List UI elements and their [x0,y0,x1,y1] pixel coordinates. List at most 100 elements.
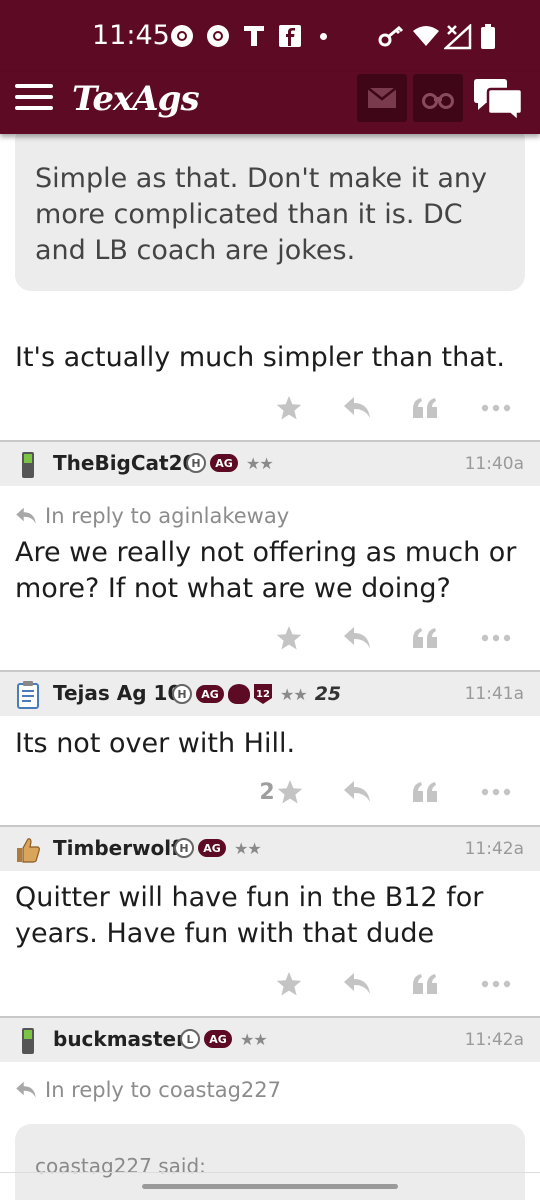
more-icon [481,788,511,796]
reply-to-link[interactable]: In reply to coastag227 [15,1078,281,1102]
user-badges: H AG ★★ [186,453,274,473]
reply-icon [16,507,36,524]
post-header: TheBigCat20 H AG ★★ 11:40a [0,442,540,486]
post-time: 11:41a [464,684,524,704]
menu-icon[interactable] [15,84,53,114]
like-button[interactable] [262,618,314,658]
quote-icon [413,782,437,802]
reply-button[interactable] [340,772,374,812]
badge-ag: AG [210,454,238,472]
user-badges: L AG ★★ [180,1029,268,1049]
post-header: Tejas Ag 10 H AG 12 ★★ 25 11:41a [0,672,540,716]
badge-stars: ★★ [246,453,274,473]
badge-25: 25 [314,683,342,705]
quote-block: Simple as that. Don't make it any more c… [15,134,525,291]
quote-icon [413,398,437,418]
post-time: 11:42a [464,1030,524,1050]
t-mobile-icon [242,24,266,48]
thumbs-up-icon [17,838,40,863]
reply-button[interactable] [340,388,374,428]
mail-button[interactable] [357,74,407,122]
key-icon [378,24,406,48]
post-actions [0,388,540,428]
status-time: 11:45 [92,20,170,51]
chrome-icon [206,24,230,48]
badge-l: L [180,1029,200,1049]
post-body: Quitter will have fun in the B12 for yea… [15,882,484,949]
reply-to-link[interactable]: In reply to aginlakeway [15,504,289,528]
quote-button[interactable] [408,388,442,428]
mail-icon [367,87,397,108]
more-icon [481,980,511,988]
badge-stars: ★★ [240,1029,268,1049]
binoculars-icon [422,93,454,109]
badge-ag: AG [204,1030,232,1048]
badge-12: 12 [254,684,272,704]
star-icon [277,779,302,803]
quote-button[interactable] [408,772,442,812]
username[interactable]: TheBigCat20 [53,451,196,475]
phone-icon [22,452,34,478]
reply-button[interactable] [340,618,374,658]
user-badges: H AG 12 ★★ 25 [172,683,341,705]
reply-icon [344,627,370,648]
badge-h: H [174,838,194,858]
texags-logo[interactable]: TexAgs [72,79,200,119]
post-body: It's actually much simpler than that. [15,342,505,373]
more-button[interactable] [478,618,514,658]
badge-ag: AG [198,839,226,857]
more-button[interactable] [478,772,514,812]
post-header: Timberwolf H AG ★★ 11:42a [0,827,540,871]
reply-button[interactable] [340,964,374,1004]
notepad-icon [17,681,39,709]
more-button[interactable] [478,964,514,1004]
star-icon [276,395,302,419]
post-actions [0,964,540,1004]
helmet-badge-icon [228,684,250,704]
star-icon [276,625,302,649]
more-icon [481,634,511,642]
post-time: 11:40a [464,454,524,474]
like-button[interactable] [262,388,314,428]
post-body: Are we really not offering as much or mo… [15,537,517,604]
like-count: 2 [259,779,275,805]
nav-divider [0,1172,540,1173]
quote-button[interactable] [408,618,442,658]
dot-icon [320,33,327,40]
user-badges: H AG ★★ [174,838,262,858]
facebook-icon [278,24,302,48]
more-icon [481,404,511,412]
username[interactable]: Tejas Ag 10 [53,681,181,705]
star-icon [276,971,302,995]
badge-h: H [172,684,192,704]
reply-icon [16,1081,36,1098]
badge-stars: ★★ [280,684,308,704]
reply-icon [344,397,370,418]
no-signal-icon [444,24,472,50]
home-indicator[interactable] [142,1184,398,1189]
quote-icon [413,974,437,994]
reply-icon [344,973,370,994]
chrome-icon [170,24,194,48]
post-time: 11:42a [464,839,524,859]
username[interactable]: Timberwolf [53,836,180,860]
reply-to-text: In reply to aginlakeway [45,504,290,528]
quote-text: Simple as that. Don't make it any more c… [35,163,487,266]
binoculars-button[interactable] [413,74,463,122]
reply-icon [344,781,370,802]
more-button[interactable] [478,388,514,428]
battery-icon [480,24,496,50]
badge-stars: ★★ [234,838,262,858]
post-body: Its not over with Hill. [15,728,296,759]
quote-icon [413,628,437,648]
like-button[interactable] [262,964,314,1004]
badge-h: H [186,453,206,473]
quote-button[interactable] [408,964,442,1004]
phone-icon [22,1028,34,1054]
app-header: TexAgs [0,72,540,134]
chat-icon[interactable] [472,78,524,124]
username[interactable]: buckmaster [53,1027,186,1051]
thread-content: Simple as that. Don't make it any more c… [0,134,540,1200]
reply-to-text: In reply to coastag227 [45,1078,282,1102]
like-button[interactable]: 2 [248,772,314,812]
